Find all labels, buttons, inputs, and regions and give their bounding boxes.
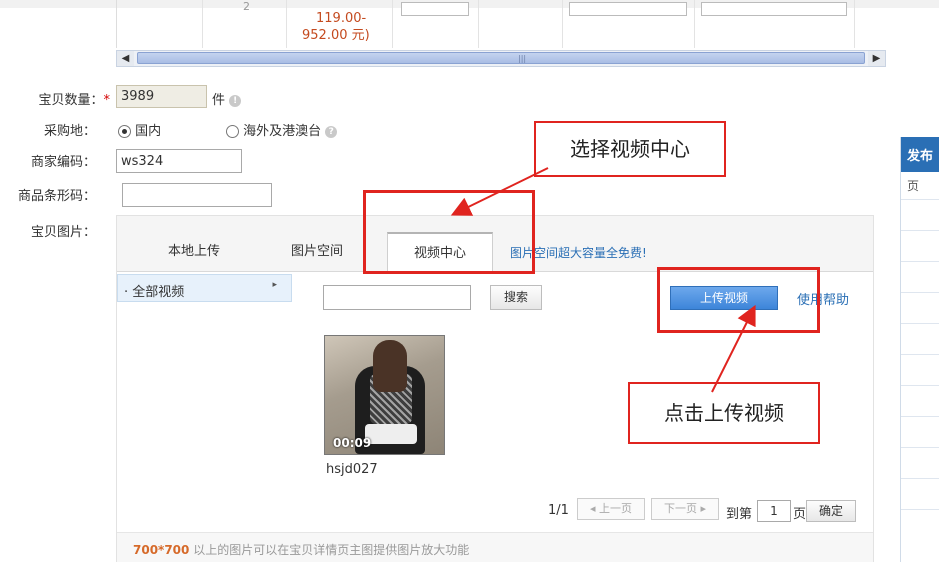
arrow-to-video-tab [450,167,549,216]
annotation-arrows [450,167,756,393]
arrow-to-upload-button [711,304,756,393]
